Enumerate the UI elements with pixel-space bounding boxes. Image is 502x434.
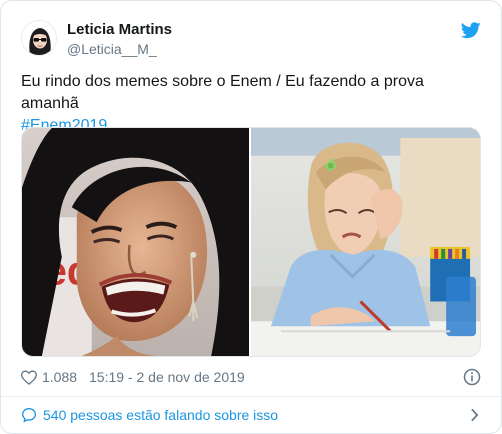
like-count: 1.088 bbox=[42, 369, 78, 385]
conversation-label: 540 pessoas estão falando sobre isso bbox=[43, 407, 279, 423]
divider bbox=[1, 396, 501, 397]
author-handle[interactable]: @Leticia__M_ bbox=[67, 40, 157, 58]
crying-girl-illustration bbox=[251, 128, 480, 356]
twitter-bird-icon[interactable] bbox=[461, 22, 481, 39]
avatar-illustration bbox=[22, 21, 56, 55]
tweet-card: Leticia Martins @Leticia__M_ Eu rindo do… bbox=[0, 0, 502, 434]
speech-bubble-icon bbox=[21, 407, 37, 423]
author-name[interactable]: Leticia Martins bbox=[67, 21, 172, 39]
chevron-right-icon[interactable] bbox=[470, 408, 479, 422]
media-image-crying-girl[interactable] bbox=[251, 128, 480, 356]
heart-icon bbox=[21, 369, 37, 385]
laughing-woman-illustration: Red bbox=[22, 128, 249, 356]
tweet-meta: 1.088 15:19 - 2 de nov de 2019 bbox=[21, 367, 481, 387]
tweet-header: Leticia Martins @Leticia__M_ bbox=[21, 19, 481, 61]
tweet-timestamp[interactable]: 15:19 - 2 de nov de 2019 bbox=[89, 367, 245, 387]
media-image-laughing-woman[interactable]: Red bbox=[22, 128, 249, 356]
like-button[interactable]: 1.088 bbox=[21, 367, 77, 387]
conversation-link[interactable]: 540 pessoas estão falando sobre isso bbox=[21, 405, 481, 427]
info-icon[interactable] bbox=[463, 368, 481, 386]
tweet-body: Eu rindo dos memes sobre o Enem / Eu faz… bbox=[21, 73, 424, 112]
avatar[interactable] bbox=[21, 20, 57, 56]
tweet-media[interactable]: Red bbox=[21, 127, 481, 357]
